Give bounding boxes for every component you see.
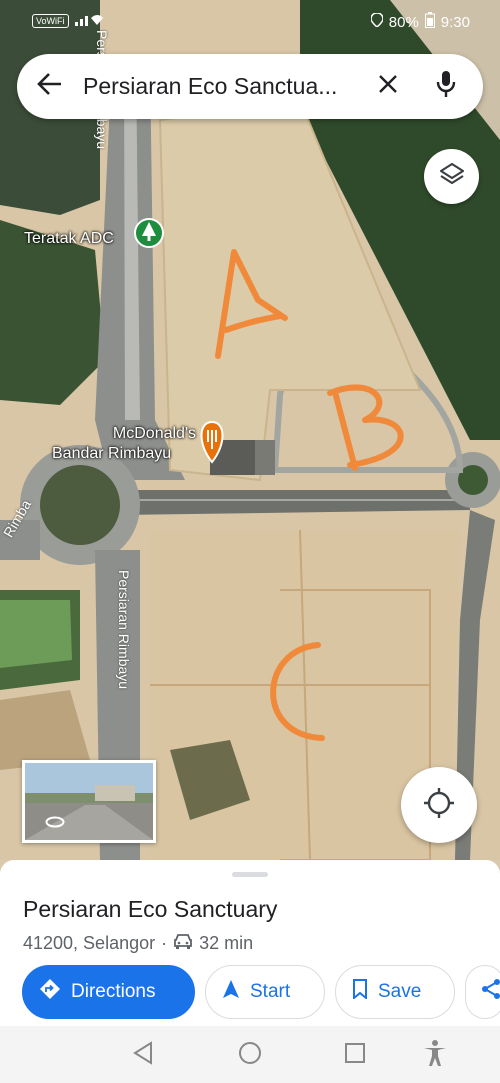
accessibility-button[interactable] — [420, 1039, 450, 1072]
poi-mcdonalds-line2: Bandar Rimbayu — [52, 445, 172, 462]
search-bar[interactable]: Persiaran Eco Sanctua... — [17, 54, 483, 119]
poi-teratak-adc[interactable]: Teratak ADC — [24, 229, 114, 248]
poi-mcdonalds[interactable]: McDonald's — [92, 424, 196, 443]
place-bottom-sheet[interactable]: Persiaran Eco Sanctuary 41200, Selangor … — [0, 860, 500, 1026]
place-subtitle: 41200, Selangor · 32 min — [23, 933, 253, 954]
battery-icon — [424, 12, 435, 32]
start-button[interactable]: Start — [205, 965, 325, 1019]
close-icon — [378, 74, 398, 99]
poi-mcdonalds-line1: McDonald's — [112, 425, 196, 442]
layers-icon — [439, 162, 465, 191]
signal-icon — [74, 12, 103, 30]
status-time: 9:30 — [440, 13, 470, 31]
triangle-back-icon — [132, 1040, 154, 1070]
car-icon — [173, 933, 193, 954]
back-button[interactable] — [17, 54, 83, 119]
save-label: Save — [378, 981, 422, 1002]
share-button[interactable] — [465, 965, 500, 1019]
separator-dot: · — [161, 933, 168, 953]
vowifi-tag: VoWiFi — [32, 14, 69, 28]
street-view-thumbnail[interactable] — [22, 760, 156, 843]
place-title: Persiaran Eco Sanctuary — [23, 896, 278, 922]
directions-label: Directions — [71, 981, 156, 1002]
layers-button[interactable] — [424, 149, 479, 204]
clear-button[interactable] — [359, 54, 417, 119]
drag-handle[interactable] — [232, 872, 268, 877]
square-recents-icon — [344, 1042, 366, 1069]
crosshair-icon — [423, 787, 455, 824]
satellite-map[interactable] — [0, 0, 500, 860]
nav-recents-button[interactable] — [340, 1040, 370, 1070]
360-view-icon — [45, 815, 65, 833]
save-button[interactable]: Save — [335, 965, 455, 1019]
directions-button[interactable]: Directions — [22, 965, 195, 1019]
battery-percent: 80% — [388, 13, 419, 31]
park-pin-icon[interactable] — [134, 218, 164, 248]
microphone-icon — [436, 70, 456, 103]
nav-back-button[interactable] — [128, 1040, 158, 1070]
my-location-button[interactable] — [401, 767, 477, 843]
share-icon — [480, 978, 500, 1006]
circle-home-icon — [238, 1041, 262, 1070]
road-label-persiaran-rimbayu-bottom: Persiaran Rimbayu — [116, 570, 132, 690]
action-chips: Directions Start Save — [22, 965, 500, 1019]
bookmark-icon — [352, 979, 368, 1005]
satellite-imagery — [0, 0, 500, 860]
voice-search-button[interactable] — [417, 54, 475, 119]
system-navigation-bar — [0, 1026, 500, 1083]
nav-home-button[interactable] — [235, 1040, 265, 1070]
accessibility-icon — [422, 1039, 448, 1072]
back-arrow-icon — [37, 72, 63, 101]
location-icon — [370, 12, 384, 31]
directions-icon — [39, 978, 61, 1006]
status-bar: VoWiFi 80% 9:30 — [0, 0, 500, 42]
navigation-arrow-icon — [222, 979, 240, 1005]
drive-time: 32 min — [199, 933, 254, 953]
place-postcode-region: 41200, Selangor — [23, 933, 156, 953]
search-query[interactable]: Persiaran Eco Sanctua... — [83, 73, 359, 100]
start-label: Start — [250, 981, 291, 1002]
